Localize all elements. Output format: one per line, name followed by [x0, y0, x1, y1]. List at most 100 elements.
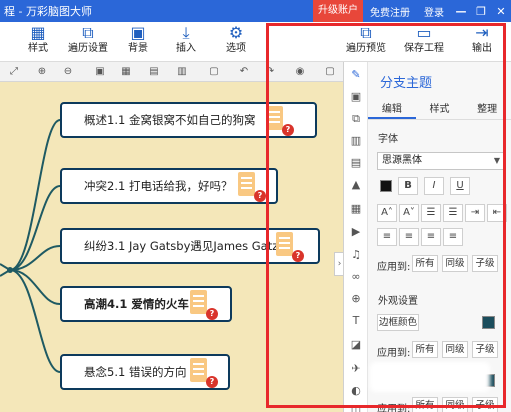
stats-icon[interactable]: ◪ — [349, 338, 363, 352]
align-right-button[interactable]: ≡ — [421, 228, 441, 246]
apply-child-button[interactable]: 子级 — [472, 397, 498, 412]
insert-button[interactable]: ⤓ 插入 — [160, 24, 212, 56]
note-icon[interactable] — [190, 358, 207, 382]
apply-to-label: 应用到: — [377, 348, 411, 359]
plane-icon[interactable]: ✈ — [349, 362, 363, 376]
login-link[interactable]: 登录 — [417, 4, 451, 19]
style-icon: ▦ — [30, 23, 46, 42]
font-size-down-button[interactable]: A˅ — [399, 204, 419, 222]
video-icon[interactable]: ▶ — [349, 225, 363, 239]
bullet-list-button[interactable]: ☰ — [421, 204, 441, 222]
gear-icon: ⚙ — [228, 23, 244, 42]
numbered-list-button[interactable]: ☰ — [443, 204, 463, 222]
image-icon: ▣ — [130, 23, 146, 42]
structure-icon[interactable]: ⧉ — [349, 112, 363, 126]
window-title: 程 - 万彩脑图大师 — [4, 5, 92, 18]
collapse-panel-toggle[interactable]: › — [334, 252, 343, 276]
align-icon[interactable]: ▥ — [174, 64, 190, 80]
traverse-settings-button[interactable]: ⧉ 遍历设置 — [62, 24, 114, 56]
tab-edit[interactable]: 编辑 — [368, 102, 416, 119]
note-icon[interactable] — [266, 106, 283, 130]
font-size-up-button[interactable]: A˄ — [377, 204, 397, 222]
align-center-button[interactable]: ≡ — [399, 228, 419, 246]
apply-same-level-button[interactable]: 同级 — [442, 397, 468, 412]
undo-icon[interactable]: ↶ — [236, 64, 252, 80]
panel-title: 分支主题 — [380, 76, 433, 91]
edit-icon[interactable]: ✎ — [349, 68, 363, 82]
grid-icon[interactable]: ▦ — [118, 64, 134, 80]
apply-to-label: 应用到: — [377, 404, 411, 412]
hierarchy-icon: ⧉ — [82, 23, 94, 42]
apply-all-button[interactable]: 所有 — [412, 255, 438, 272]
question-badge-icon: ? — [282, 124, 294, 136]
title-bar: 程 - 万彩脑图大师 升级账户 免费注册 登录 — ❐ ✕ — [0, 0, 511, 22]
compass-icon[interactable]: ◐ — [349, 384, 363, 398]
apply-all-button[interactable]: 所有 — [412, 341, 438, 358]
chevron-down-icon: ▼ — [493, 156, 500, 165]
export-button[interactable]: ⇥ 输出 — [456, 24, 508, 56]
apply-same-level-button[interactable]: 同级 — [442, 341, 468, 358]
restore-button[interactable]: ❐ — [471, 5, 491, 18]
note-icon[interactable] — [238, 172, 255, 196]
close-button[interactable]: ✕ — [491, 5, 511, 18]
border-color-label: 边框颜色 — [377, 314, 419, 331]
camera-icon[interactable]: ◉ — [292, 64, 308, 80]
options-button[interactable]: ⚙ 选项 — [210, 24, 262, 56]
font-color-swatch[interactable] — [380, 180, 392, 192]
traverse-preview-button[interactable]: ⧉ 遍历预览 — [340, 24, 392, 56]
background-button[interactable]: ▣ 背景 — [112, 24, 164, 56]
bold-button[interactable]: B — [398, 177, 418, 195]
redo-icon[interactable]: ↷ — [262, 64, 278, 80]
underline-button[interactable]: U — [450, 177, 470, 195]
upgrade-account-button[interactable]: 升级账户 — [313, 0, 363, 22]
font-section-label: 字体 — [378, 134, 398, 145]
align-left-button[interactable]: ≡ — [377, 228, 397, 246]
chart-icon[interactable]: ▥ — [349, 134, 363, 148]
insert-icon: ⤓ — [182, 23, 190, 42]
question-badge-icon: ? — [206, 308, 218, 320]
apply-child-button[interactable]: 子级 — [472, 255, 498, 272]
style-button[interactable]: ▦ 样式 — [12, 24, 64, 56]
question-badge-icon: ? — [206, 376, 218, 388]
note-icon[interactable] — [276, 232, 293, 256]
panel-tabs: 编辑 样式 整理 — [368, 102, 511, 120]
formula-icon[interactable]: ⊕ — [349, 292, 363, 306]
minimize-button[interactable]: — — [451, 5, 471, 18]
fullscreen-icon[interactable]: ▢ — [322, 64, 338, 80]
save-project-button[interactable]: ▭ 保存工程 — [398, 24, 450, 56]
music-icon[interactable]: ♫ — [349, 248, 363, 262]
register-link[interactable]: 免费注册 — [363, 4, 417, 19]
outdent-button[interactable]: ⇤ — [487, 204, 507, 222]
apply-to-label: 应用到: — [377, 262, 411, 273]
zoom-out-icon[interactable]: ⊖ — [60, 64, 76, 80]
indent-button[interactable]: ⇥ — [465, 204, 485, 222]
justify-button[interactable]: ≡ — [443, 228, 463, 246]
link-icon[interactable]: ∞ — [349, 270, 363, 284]
note-icon[interactable] — [190, 290, 207, 314]
image-icon[interactable]: ▣ — [349, 90, 363, 104]
property-panel: 分支主题 编辑 样式 整理 字体 思源黑体 ▼ B I U A˄ A˅ ☰ ☰ … — [368, 62, 511, 412]
export-icon: ⇥ — [475, 23, 489, 42]
expand-icon[interactable]: ⤢ — [6, 64, 22, 80]
apply-same-level-button[interactable]: 同级 — [442, 255, 468, 272]
document-icon[interactable]: ▦ — [349, 202, 363, 216]
shirt-icon[interactable]: ▲ — [349, 178, 363, 192]
italic-button[interactable]: I — [424, 177, 444, 195]
layout-icon[interactable]: ▤ — [146, 64, 162, 80]
fit-icon[interactable]: ▢ — [206, 64, 222, 80]
tab-style[interactable]: 样式 — [416, 102, 464, 119]
tab-arrange[interactable]: 整理 — [463, 102, 511, 119]
apply-all-button[interactable]: 所有 — [412, 397, 438, 412]
comment-icon[interactable]: ▤ — [349, 156, 363, 170]
text-icon[interactable]: T — [349, 314, 363, 328]
mindmap-canvas[interactable]: 概述1.1 金窝银窝不如自己的狗窝 ? 冲突2.1 打电话给我，好吗？ ? 纠纷… — [0, 82, 343, 412]
apply-child-button[interactable]: 子级 — [472, 341, 498, 358]
border-color-swatch[interactable] — [482, 316, 495, 329]
font-family-select[interactable]: 思源黑体 ▼ — [377, 152, 505, 170]
ribbon-toolbar: ▦ 样式 ⧉ 遍历设置 ▣ 背景 ⤓ 插入 ⚙ 选项 ⧉ 遍历预览 ▭ 保存工程… — [0, 22, 511, 62]
lock-icon[interactable]: ▣ — [92, 64, 108, 80]
appearance-section-label: 外观设置 — [378, 296, 418, 307]
save-icon: ▭ — [416, 23, 432, 42]
zoom-in-icon[interactable]: ⊕ — [34, 64, 50, 80]
layers-icon[interactable]: ◫ — [349, 404, 363, 412]
